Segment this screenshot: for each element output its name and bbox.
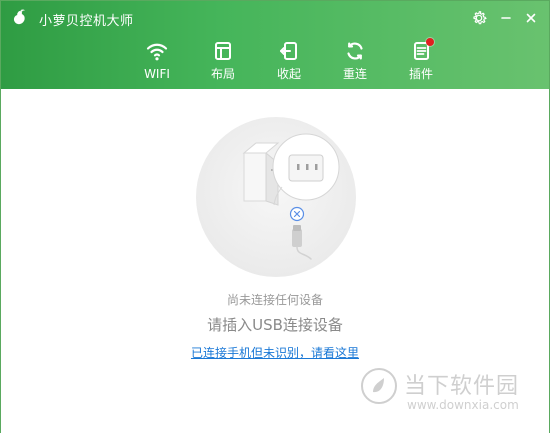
toolbar-plugins-button[interactable]: 插件 — [397, 37, 445, 85]
toolbar-layout-button[interactable]: 布局 — [199, 37, 247, 85]
titlebar: 小萝贝控机大师 — [1, 1, 549, 35]
help-link[interactable]: 已连接手机但未识别，请看这里 — [1, 344, 549, 361]
toolbar: WIFI 布局 收起 重连 插件 — [133, 37, 445, 85]
status-line-1: 尚未连接任何设备 — [226, 293, 323, 307]
toolbar-collapse-label: 收起 — [276, 67, 301, 81]
toolbar-collapse-button[interactable]: 收起 — [265, 37, 313, 85]
header: 小萝贝控机大师 WIFI 布局 收起 重连 插件 — [1, 1, 549, 89]
main-content: 尚未连接任何设备 请插入USB连接设备 已连接手机但未识别，请看这里 当下软件园… — [1, 89, 549, 433]
toolbar-wifi-label: WIFI — [144, 67, 170, 81]
app-window: 小萝贝控机大师 WIFI 布局 收起 重连 插件 尚未连接任何设备 请插入USB… — [0, 0, 550, 433]
minimize-button[interactable] — [496, 8, 516, 28]
toolbar-wifi-button[interactable]: WIFI — [133, 37, 181, 85]
close-icon — [524, 11, 538, 25]
collapse-icon — [275, 37, 303, 65]
minimize-icon — [499, 11, 513, 25]
gear-icon — [471, 10, 487, 26]
settings-button[interactable] — [469, 8, 489, 28]
toolbar-layout-label: 布局 — [210, 67, 235, 81]
radish-logo-icon — [11, 9, 29, 27]
status-line-2: 请插入USB连接设备 — [207, 316, 343, 334]
watermark-logo-icon — [361, 368, 397, 404]
toolbar-reconnect-label: 重连 — [342, 67, 367, 81]
layout-icon — [209, 37, 237, 65]
toolbar-plugins-label: 插件 — [408, 67, 433, 81]
notification-badge — [426, 38, 434, 46]
connect-device-illustration — [196, 117, 356, 277]
watermark-url: www.downxia.com — [407, 398, 519, 412]
wifi-icon — [143, 37, 171, 65]
app-title: 小萝贝控机大师 — [39, 14, 134, 29]
watermark: 当下软件园 www.downxia.com — [359, 364, 529, 424]
close-button[interactable] — [521, 8, 541, 28]
toolbar-reconnect-button[interactable]: 重连 — [331, 37, 379, 85]
reconnect-icon — [341, 37, 369, 65]
watermark-text: 当下软件园 — [404, 374, 520, 399]
